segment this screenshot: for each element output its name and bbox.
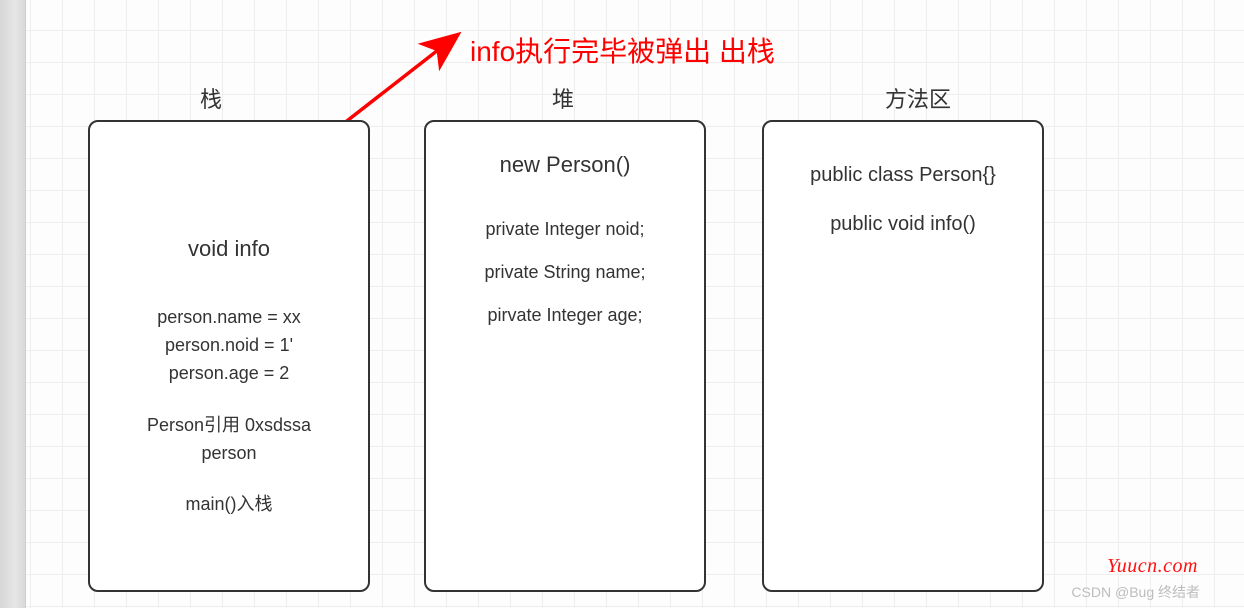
heap-field: private Integer noid; bbox=[485, 208, 644, 251]
stack-main: main()入栈 bbox=[185, 491, 272, 519]
stack-line: person.noid = 1' bbox=[165, 332, 293, 360]
watermark-site: Yuucn.com bbox=[1107, 555, 1198, 578]
heap-field: private String name; bbox=[484, 251, 645, 294]
method-info-decl: public void info() bbox=[830, 209, 976, 240]
column-label-heap: 堆 bbox=[552, 82, 574, 114]
method-area-panel: public class Person{} public void info() bbox=[762, 120, 1044, 592]
heap-field: pirvate Integer age; bbox=[487, 294, 642, 337]
stack-line: person.age = 2 bbox=[169, 360, 290, 388]
stack-frame-info: void info bbox=[188, 236, 270, 262]
method-class-decl: public class Person{} bbox=[810, 160, 996, 191]
diagram-title: info执行完毕被弹出 出栈 bbox=[470, 30, 775, 70]
heap-new-person: new Person() bbox=[500, 152, 631, 178]
heap-panel: new Person() private Integer noid; priva… bbox=[424, 120, 706, 592]
column-label-method: 方法区 bbox=[885, 82, 951, 114]
stack-panel: void info person.name = xx person.noid =… bbox=[88, 120, 370, 592]
stack-line: person.name = xx bbox=[157, 304, 301, 332]
watermark-author: CSDN @Bug 终结者 bbox=[1071, 582, 1200, 602]
stack-line: Person引用 0xsdssa bbox=[147, 412, 311, 440]
column-label-stack: 栈 bbox=[200, 82, 222, 114]
left-band bbox=[0, 0, 26, 608]
stack-line: person bbox=[201, 440, 256, 468]
